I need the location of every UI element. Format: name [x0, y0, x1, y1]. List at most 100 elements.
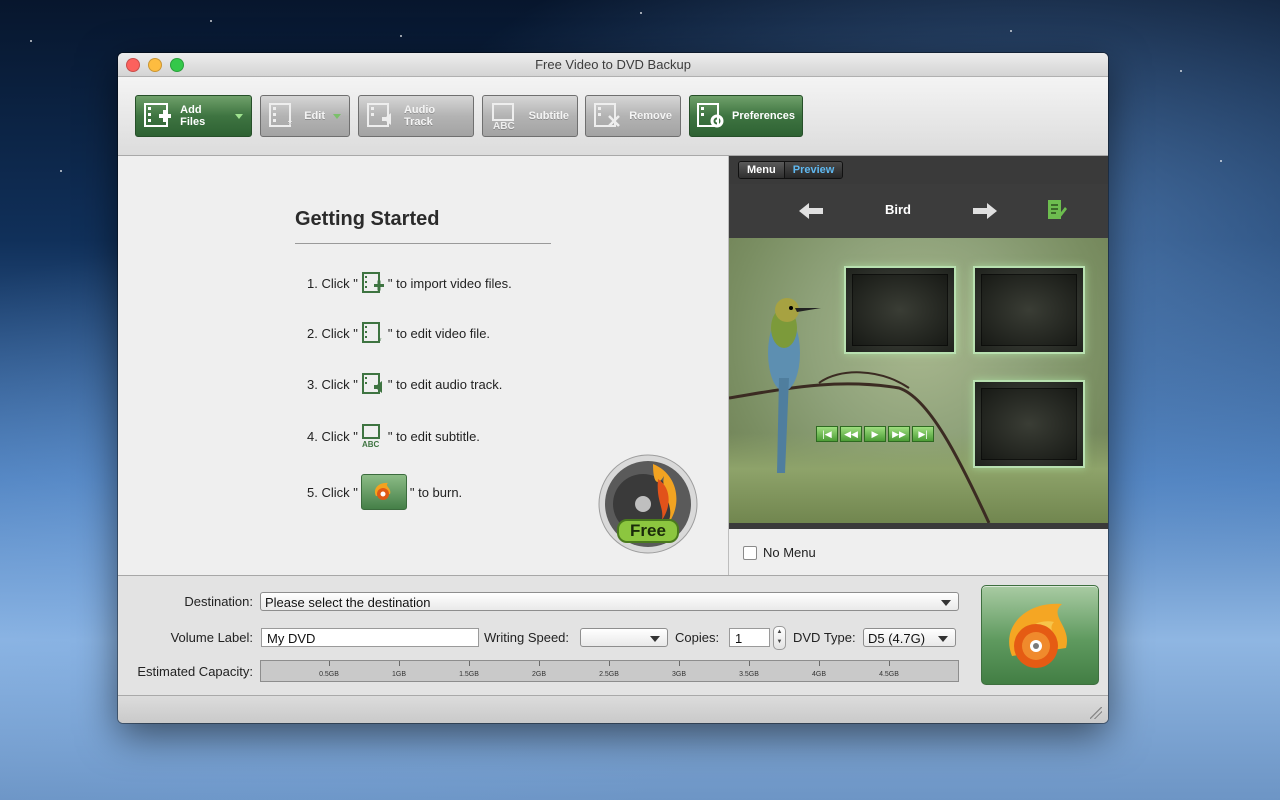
skip-last-icon[interactable]: ▶| — [912, 426, 934, 442]
toolbar: Add Files * Edit Audio Track ABC Subtitl… — [118, 77, 1108, 156]
capacity-tick — [469, 661, 470, 666]
edit-button[interactable]: * Edit — [260, 95, 350, 137]
destination-label: Destination: — [184, 594, 253, 609]
star — [30, 40, 32, 42]
chapter-thumbnail[interactable] — [844, 266, 956, 354]
destination-value: Please select the destination — [265, 595, 431, 610]
destination-select[interactable]: Please select the destination — [260, 592, 959, 611]
capacity-tick — [399, 661, 400, 666]
no-menu-option[interactable]: No Menu — [743, 545, 816, 560]
capacity-tick — [539, 661, 540, 666]
chevron-down-icon[interactable] — [235, 113, 243, 119]
step-text: " to edit video file. — [387, 325, 491, 341]
no-menu-label: No Menu — [763, 545, 816, 560]
star — [210, 20, 212, 22]
app-window: Free Video to DVD Backup Add Files * Edi… — [118, 53, 1108, 723]
svg-text:ABC: ABC — [362, 440, 380, 448]
capacity-tick-label: 1GB — [391, 671, 407, 678]
add-files-label: Add Files — [180, 104, 206, 128]
volume-label-value: My DVD — [267, 631, 316, 646]
add-film-icon — [142, 101, 174, 131]
tab-preview[interactable]: Preview — [783, 162, 843, 178]
minimize-window-button[interactable] — [148, 58, 162, 72]
step-text: " to edit audio track. — [387, 376, 503, 392]
volume-label-input[interactable]: My DVD — [261, 628, 479, 647]
no-menu-checkbox[interactable] — [743, 545, 757, 560]
arrow-left-icon[interactable] — [799, 202, 823, 220]
preferences-label: Preferences — [732, 110, 795, 122]
play-icon[interactable]: ▶ — [864, 426, 886, 442]
fast-forward-icon[interactable]: ▶▶ — [888, 426, 910, 442]
star — [1010, 30, 1012, 32]
chapter-thumbnail[interactable] — [973, 266, 1085, 354]
step-subtitle: 4. Click " ABC " to edit subtitle. — [307, 423, 480, 449]
step-text: 2. Click " — [307, 325, 358, 341]
resize-grip-icon[interactable] — [1090, 707, 1102, 719]
remove-button[interactable]: Remove — [585, 95, 681, 137]
capacity-tick-label: 4GB — [811, 671, 827, 678]
star — [1220, 160, 1222, 162]
capacity-tick-label: 4.5GB — [879, 671, 899, 678]
copies-value: 1 — [735, 631, 743, 646]
star — [1180, 70, 1182, 72]
burn-button[interactable] — [981, 585, 1099, 685]
subtitle-abc-icon: ABC — [489, 101, 523, 131]
preview-mode-bar: Menu Preview — [729, 156, 1108, 184]
burn-disc-icon — [1009, 603, 1067, 668]
close-window-button[interactable] — [126, 58, 140, 72]
step-text: " to import video files. — [387, 275, 512, 291]
capacity-tick — [749, 661, 750, 666]
step-text: 5. Click " — [307, 484, 358, 500]
step-text: " to edit subtitle. — [387, 428, 480, 444]
capacity-tick-label: 1.5GB — [459, 671, 479, 678]
preferences-button[interactable]: Preferences — [689, 95, 803, 137]
tab-menu[interactable]: Menu — [739, 162, 784, 178]
capacity-tick-label: 2GB — [531, 671, 547, 678]
zoom-window-button[interactable] — [170, 58, 184, 72]
copies-stepper[interactable]: ▲ ▼ — [773, 626, 786, 650]
remove-label: Remove — [629, 110, 672, 122]
menu-preview-panel: Menu Preview Bird |◀ ◀◀ ▶ ▶▶ ▶| No Menu — [729, 156, 1108, 575]
dvd-type-value: D5 (4.7G) — [868, 631, 926, 646]
svg-text:ABC: ABC — [493, 121, 515, 130]
dvd-type-select[interactable]: D5 (4.7G) — [863, 628, 956, 647]
capacity-tick-label: 3.5GB — [739, 671, 759, 678]
star — [400, 35, 402, 37]
audio-track-button[interactable]: Audio Track — [358, 95, 474, 137]
rewind-icon[interactable]: ◀◀ — [840, 426, 862, 442]
step-burn: 5. Click " " to burn. — [307, 474, 462, 510]
free-badge: Free — [598, 454, 698, 554]
writing-speed-select[interactable] — [580, 628, 668, 647]
title-bar: Free Video to DVD Backup — [118, 53, 1108, 77]
subtitle-abc-icon: ABC — [360, 423, 386, 449]
menu-playback-controls: |◀ ◀◀ ▶ ▶▶ ▶| — [816, 426, 934, 442]
add-film-icon — [360, 270, 386, 296]
subtitle-label: Subtitle — [528, 110, 569, 122]
getting-started-title: Getting Started — [295, 208, 440, 230]
capacity-bar: 0.5GB 1GB 1.5GB 2GB 2.5GB 3GB 3.5GB 4GB 4.5GB — [260, 660, 959, 682]
subtitle-button[interactable]: ABC Subtitle — [482, 95, 578, 137]
title-divider — [295, 243, 551, 244]
copies-input[interactable]: 1 — [729, 628, 770, 647]
add-files-button[interactable]: Add Files — [135, 95, 252, 137]
step-edit: 2. Click " * " to edit video file. — [307, 320, 490, 346]
burn-disc-icon — [360, 474, 407, 510]
step-text: " to burn. — [409, 484, 463, 500]
chapter-thumbnail[interactable] — [973, 380, 1085, 468]
menu-template-title: Bird — [885, 202, 911, 217]
edit-menu-icon[interactable] — [1047, 199, 1067, 221]
arrow-right-icon[interactable] — [973, 202, 997, 220]
step-text: 4. Click " — [307, 428, 358, 444]
window-title: Free Video to DVD Backup — [535, 57, 691, 72]
edit-film-icon: * — [267, 101, 298, 131]
svg-text:*: * — [378, 336, 382, 345]
star — [60, 170, 62, 172]
capacity-tick — [329, 661, 330, 666]
step-import: 1. Click " " to import video files. — [307, 270, 512, 296]
edit-label: Edit — [304, 110, 325, 122]
skip-first-icon[interactable]: |◀ — [816, 426, 838, 442]
capacity-tick — [819, 661, 820, 666]
chevron-down-icon[interactable] — [333, 113, 341, 119]
preview-bottom-bar — [729, 523, 1108, 529]
menu-preview-toggle: Menu Preview — [738, 161, 844, 179]
